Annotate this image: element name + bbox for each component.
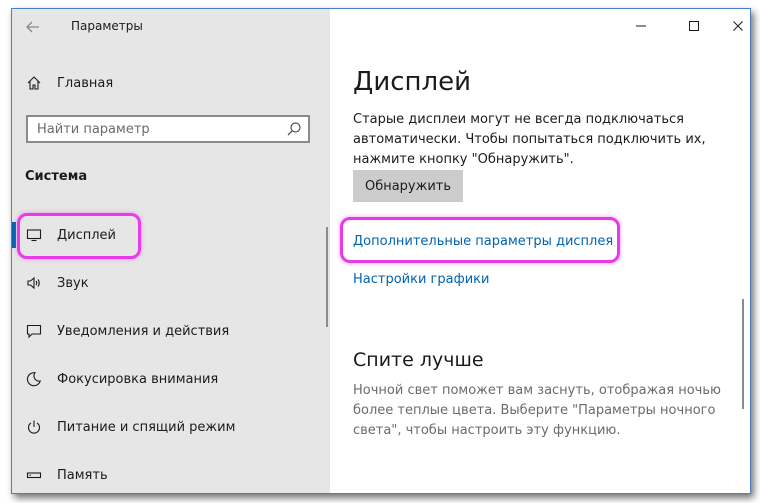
- close-icon: [733, 21, 743, 31]
- search-box[interactable]: [26, 115, 310, 143]
- sidebar-item-label: Уведомления и действия: [57, 323, 230, 339]
- app-title: Параметры: [71, 19, 143, 33]
- sidebar-item-focus-assist[interactable]: Фокусировка внимания: [12, 359, 330, 399]
- moon-icon: [25, 370, 43, 388]
- search-icon[interactable]: [286, 121, 302, 137]
- sidebar-item-sound[interactable]: Звук: [12, 263, 330, 303]
- notification-icon: [25, 322, 43, 340]
- sidebar-item-label: Главная: [57, 75, 114, 91]
- power-icon: [25, 418, 43, 436]
- advanced-display-settings-link[interactable]: Дополнительные параметры дисплея: [353, 234, 613, 249]
- sidebar: Параметры Главная Система: [12, 9, 330, 493]
- monitor-icon: [25, 226, 43, 244]
- storage-icon: [25, 466, 43, 484]
- minimize-icon: [636, 25, 646, 27]
- minimize-button[interactable]: [626, 15, 656, 37]
- page-title: Дисплей: [353, 67, 472, 97]
- home-icon: [25, 74, 43, 92]
- sidebar-item-display[interactable]: Дисплей: [12, 215, 330, 255]
- sidebar-item-label: Память: [57, 467, 108, 483]
- sidebar-item-label: Фокусировка внимания: [57, 371, 219, 387]
- display-description: Старые дисплеи могут не всегда подключат…: [353, 112, 706, 167]
- sidebar-item-home[interactable]: Главная: [12, 63, 330, 103]
- sidebar-item-power[interactable]: Питание и спящий режим: [12, 407, 330, 447]
- back-button[interactable]: [22, 16, 44, 38]
- graphics-settings-link[interactable]: Настройки графики: [353, 272, 489, 287]
- content-pane: Дисплей Старые дисплеи могут не всегда п…: [330, 9, 750, 493]
- sidebar-item-label: Питание и спящий режим: [57, 419, 236, 435]
- detect-button[interactable]: Обнаружить: [353, 170, 463, 202]
- maximize-icon: [689, 21, 699, 31]
- night-light-description: Ночной свет поможет вам заснуть, отображ…: [353, 383, 721, 438]
- sidebar-item-label: Звук: [57, 275, 89, 291]
- content-scrollbar[interactable]: [742, 299, 744, 409]
- search-input[interactable]: [28, 120, 279, 138]
- sidebar-item-notifications[interactable]: Уведомления и действия: [12, 311, 330, 351]
- close-button[interactable]: [723, 15, 750, 37]
- settings-window: Параметры Главная Система: [11, 8, 751, 494]
- section-label-system: Система: [25, 169, 88, 184]
- back-arrow-icon: [26, 21, 39, 33]
- maximize-button[interactable]: [679, 15, 709, 37]
- sidebar-item-storage[interactable]: Память: [12, 455, 330, 493]
- sidebar-scrollbar[interactable]: [326, 227, 328, 327]
- speaker-icon: [25, 274, 43, 292]
- sleep-better-title: Спите лучше: [353, 349, 484, 371]
- sidebar-item-label: Дисплей: [57, 227, 117, 243]
